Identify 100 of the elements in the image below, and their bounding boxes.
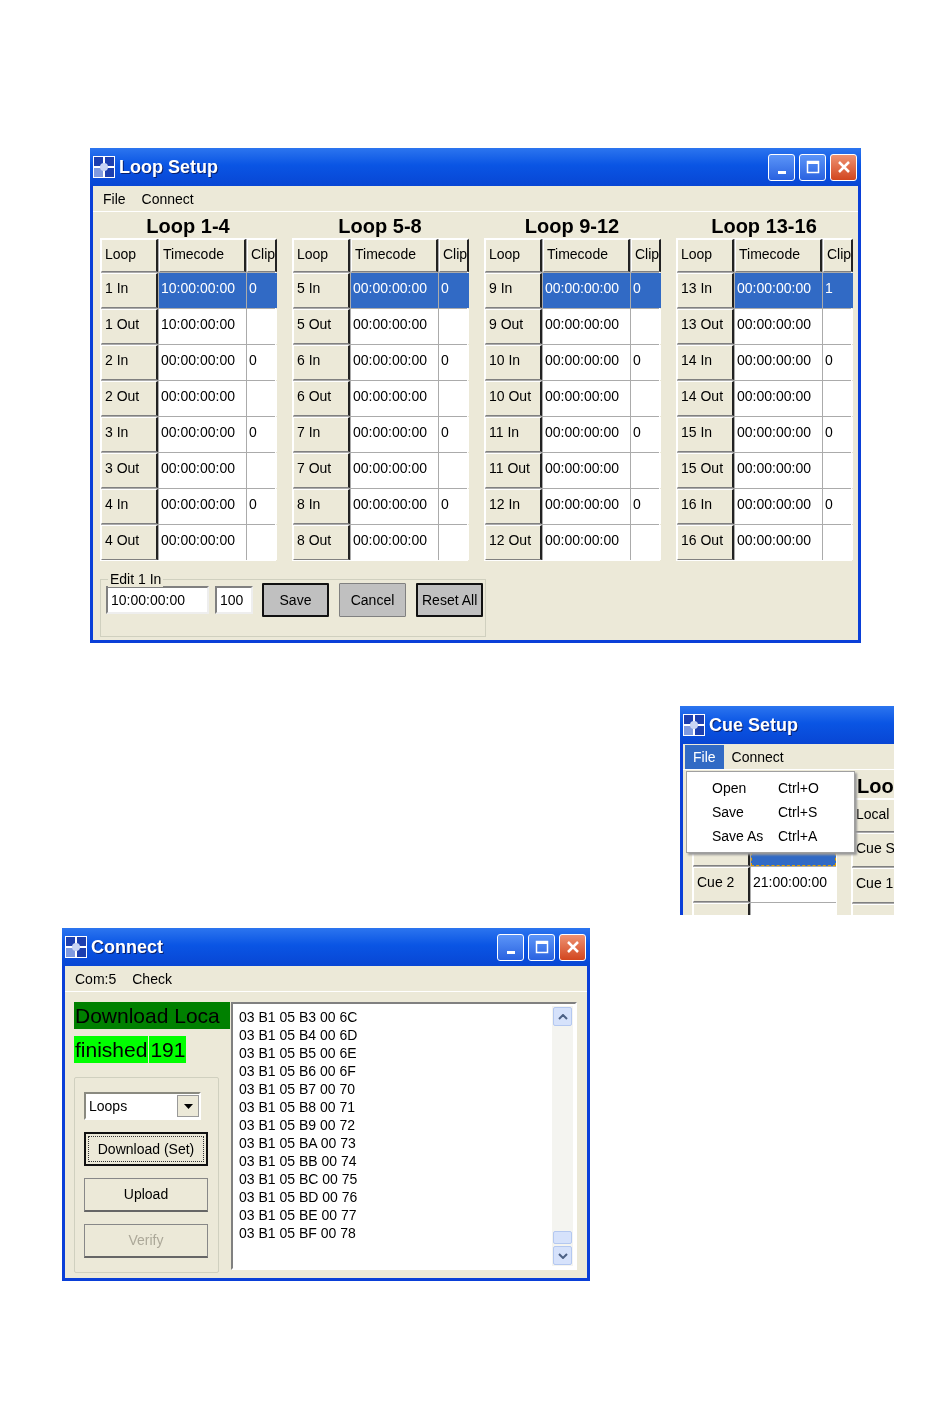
button[interactable]: Upload xyxy=(84,1178,208,1212)
table-cell[interactable]: 0 xyxy=(823,345,853,380)
mode-dropdown[interactable]: Loops xyxy=(84,1092,201,1120)
table-cell[interactable] xyxy=(247,309,277,344)
table-cell[interactable]: 0 xyxy=(439,417,469,452)
table-cell[interactable]: 00:00:00:00 xyxy=(543,345,630,380)
table-cell[interactable]: 0 xyxy=(439,345,469,380)
table-cell[interactable]: 00:00:00:00 xyxy=(543,525,630,560)
table-cell[interactable]: 00:00:00:00 xyxy=(543,453,630,488)
button[interactable]: Save xyxy=(262,583,329,617)
table-cell[interactable]: 00:00:00:00 xyxy=(351,525,438,560)
table-cell[interactable]: 0 xyxy=(439,273,469,308)
table-cell[interactable]: 00:00:00:00 xyxy=(351,345,438,380)
row-header[interactable]: 11 In xyxy=(485,417,542,452)
minimize-button[interactable] xyxy=(768,153,795,181)
row-header[interactable]: Local xyxy=(852,799,894,832)
table-cell[interactable]: 00:00:00:00 xyxy=(159,417,246,452)
menu-item[interactable]: Save As Ctrl+A xyxy=(687,824,854,848)
row-header[interactable]: 15 Out xyxy=(677,453,734,488)
scroll-up-button[interactable] xyxy=(553,1007,572,1026)
table-cell[interactable]: 00:00:00:00 xyxy=(159,489,246,524)
table-cell[interactable]: 00:00:00:00 xyxy=(735,273,822,308)
table-cell[interactable]: 00:00:00:00 xyxy=(351,381,438,416)
row-header[interactable]: Cue S xyxy=(852,833,894,867)
maximize-button[interactable] xyxy=(528,933,555,961)
row-header[interactable]: Cue 2 xyxy=(693,867,750,902)
table-cell[interactable] xyxy=(439,453,469,488)
menu-item[interactable]: Open Ctrl+O xyxy=(687,776,854,800)
row-header[interactable]: 16 In xyxy=(677,489,734,524)
menu-item[interactable]: Save Ctrl+S xyxy=(687,800,854,824)
table-cell[interactable] xyxy=(823,525,853,560)
row-header[interactable]: 12 In xyxy=(485,489,542,524)
table-cell[interactable]: 10:00:00:00 xyxy=(159,273,246,308)
table-cell[interactable] xyxy=(247,381,277,416)
table-cell[interactable] xyxy=(823,453,853,488)
table-cell[interactable]: 00:00:00:00 xyxy=(543,273,630,308)
row-header[interactable]: 7 Out xyxy=(293,453,350,488)
row-header[interactable]: 14 Out xyxy=(677,381,734,416)
table-cell[interactable] xyxy=(439,309,469,344)
table-cell[interactable]: 00:00:00:00 xyxy=(735,453,822,488)
menu-item[interactable]: File xyxy=(685,744,724,769)
row-header[interactable]: 15 In xyxy=(677,417,734,452)
row-header[interactable]: 4 Out xyxy=(101,525,158,560)
row-header[interactable]: 3 In xyxy=(101,417,158,452)
row-header[interactable]: 11 Out xyxy=(485,453,542,488)
table-cell[interactable]: 00:00:00:00 xyxy=(351,489,438,524)
row-header[interactable]: 3 Out xyxy=(101,453,158,488)
scrollbar-thumb[interactable] xyxy=(553,1231,572,1244)
table-cell[interactable]: 00:00:00:00 xyxy=(351,309,438,344)
table-cell[interactable]: 00:00:00:00 xyxy=(735,309,822,344)
clip-field[interactable]: 100 xyxy=(215,586,253,614)
table-cell[interactable]: 0 xyxy=(823,489,853,524)
row-header[interactable]: 4 In xyxy=(101,489,158,524)
table-cell[interactable]: 00:00:00:00 xyxy=(735,345,822,380)
table-cell[interactable]: 00:00:00:00 xyxy=(735,417,822,452)
row-header[interactable]: 9 Out xyxy=(485,309,542,344)
table-cell[interactable]: 0 xyxy=(823,417,853,452)
table-cell[interactable]: 00:00:00:00 xyxy=(543,309,630,344)
table-cell[interactable]: 00:00:00:00 xyxy=(159,453,246,488)
table-cell[interactable] xyxy=(631,309,661,344)
table-cell[interactable]: 00:00:00:00 xyxy=(159,381,246,416)
scroll-down-button[interactable] xyxy=(553,1246,572,1265)
row-header[interactable]: 10 Out xyxy=(485,381,542,416)
table-cell[interactable]: 00:00:00:00 xyxy=(159,345,246,380)
button[interactable]: Download (Set) xyxy=(84,1132,208,1166)
close-button[interactable] xyxy=(559,933,586,961)
row-header[interactable]: 12 Out xyxy=(485,525,542,560)
table-cell[interactable]: 0 xyxy=(247,273,277,308)
table-cell[interactable]: 0 xyxy=(247,345,277,380)
row-header[interactable]: Cue 1 xyxy=(852,868,894,903)
row-header[interactable]: 8 In xyxy=(293,489,350,524)
table-cell[interactable]: 0 xyxy=(247,417,277,452)
table-cell[interactable]: 0 xyxy=(631,345,661,380)
menu-item[interactable]: Check xyxy=(124,966,180,991)
table-cell[interactable] xyxy=(631,525,661,560)
table-cell[interactable]: 00:00:00:00 xyxy=(351,273,438,308)
row-header[interactable]: 5 In xyxy=(293,273,350,308)
table-cell[interactable]: 0 xyxy=(439,489,469,524)
row-header[interactable]: 9 In xyxy=(485,273,542,308)
close-button[interactable] xyxy=(830,153,857,181)
row-header[interactable]: 2 In xyxy=(101,345,158,380)
row-header[interactable]: 5 Out xyxy=(293,309,350,344)
minimize-button[interactable] xyxy=(497,933,524,961)
table-cell[interactable] xyxy=(439,525,469,560)
row-header[interactable]: 6 In xyxy=(293,345,350,380)
row-header[interactable]: 8 Out xyxy=(293,525,350,560)
button[interactable]: Reset All xyxy=(416,583,483,617)
table-cell[interactable]: 21:00:00:00 xyxy=(751,867,836,902)
table-cell[interactable]: 00:00:00:00 xyxy=(543,489,630,524)
maximize-button[interactable] xyxy=(799,153,826,181)
table-cell[interactable]: 1 xyxy=(823,273,853,308)
table-cell[interactable]: 10:00:00:00 xyxy=(159,309,246,344)
table-cell[interactable]: 00:00:00:00 xyxy=(543,381,630,416)
row-header[interactable]: 13 In xyxy=(677,273,734,308)
row-header[interactable]: 1 In xyxy=(101,273,158,308)
table-cell[interactable]: 0 xyxy=(631,417,661,452)
table-cell[interactable]: 00:00:00:00 xyxy=(351,453,438,488)
table-cell[interactable]: 0 xyxy=(631,489,661,524)
row-header[interactable]: 13 Out xyxy=(677,309,734,344)
menu-item[interactable]: File xyxy=(95,186,134,211)
